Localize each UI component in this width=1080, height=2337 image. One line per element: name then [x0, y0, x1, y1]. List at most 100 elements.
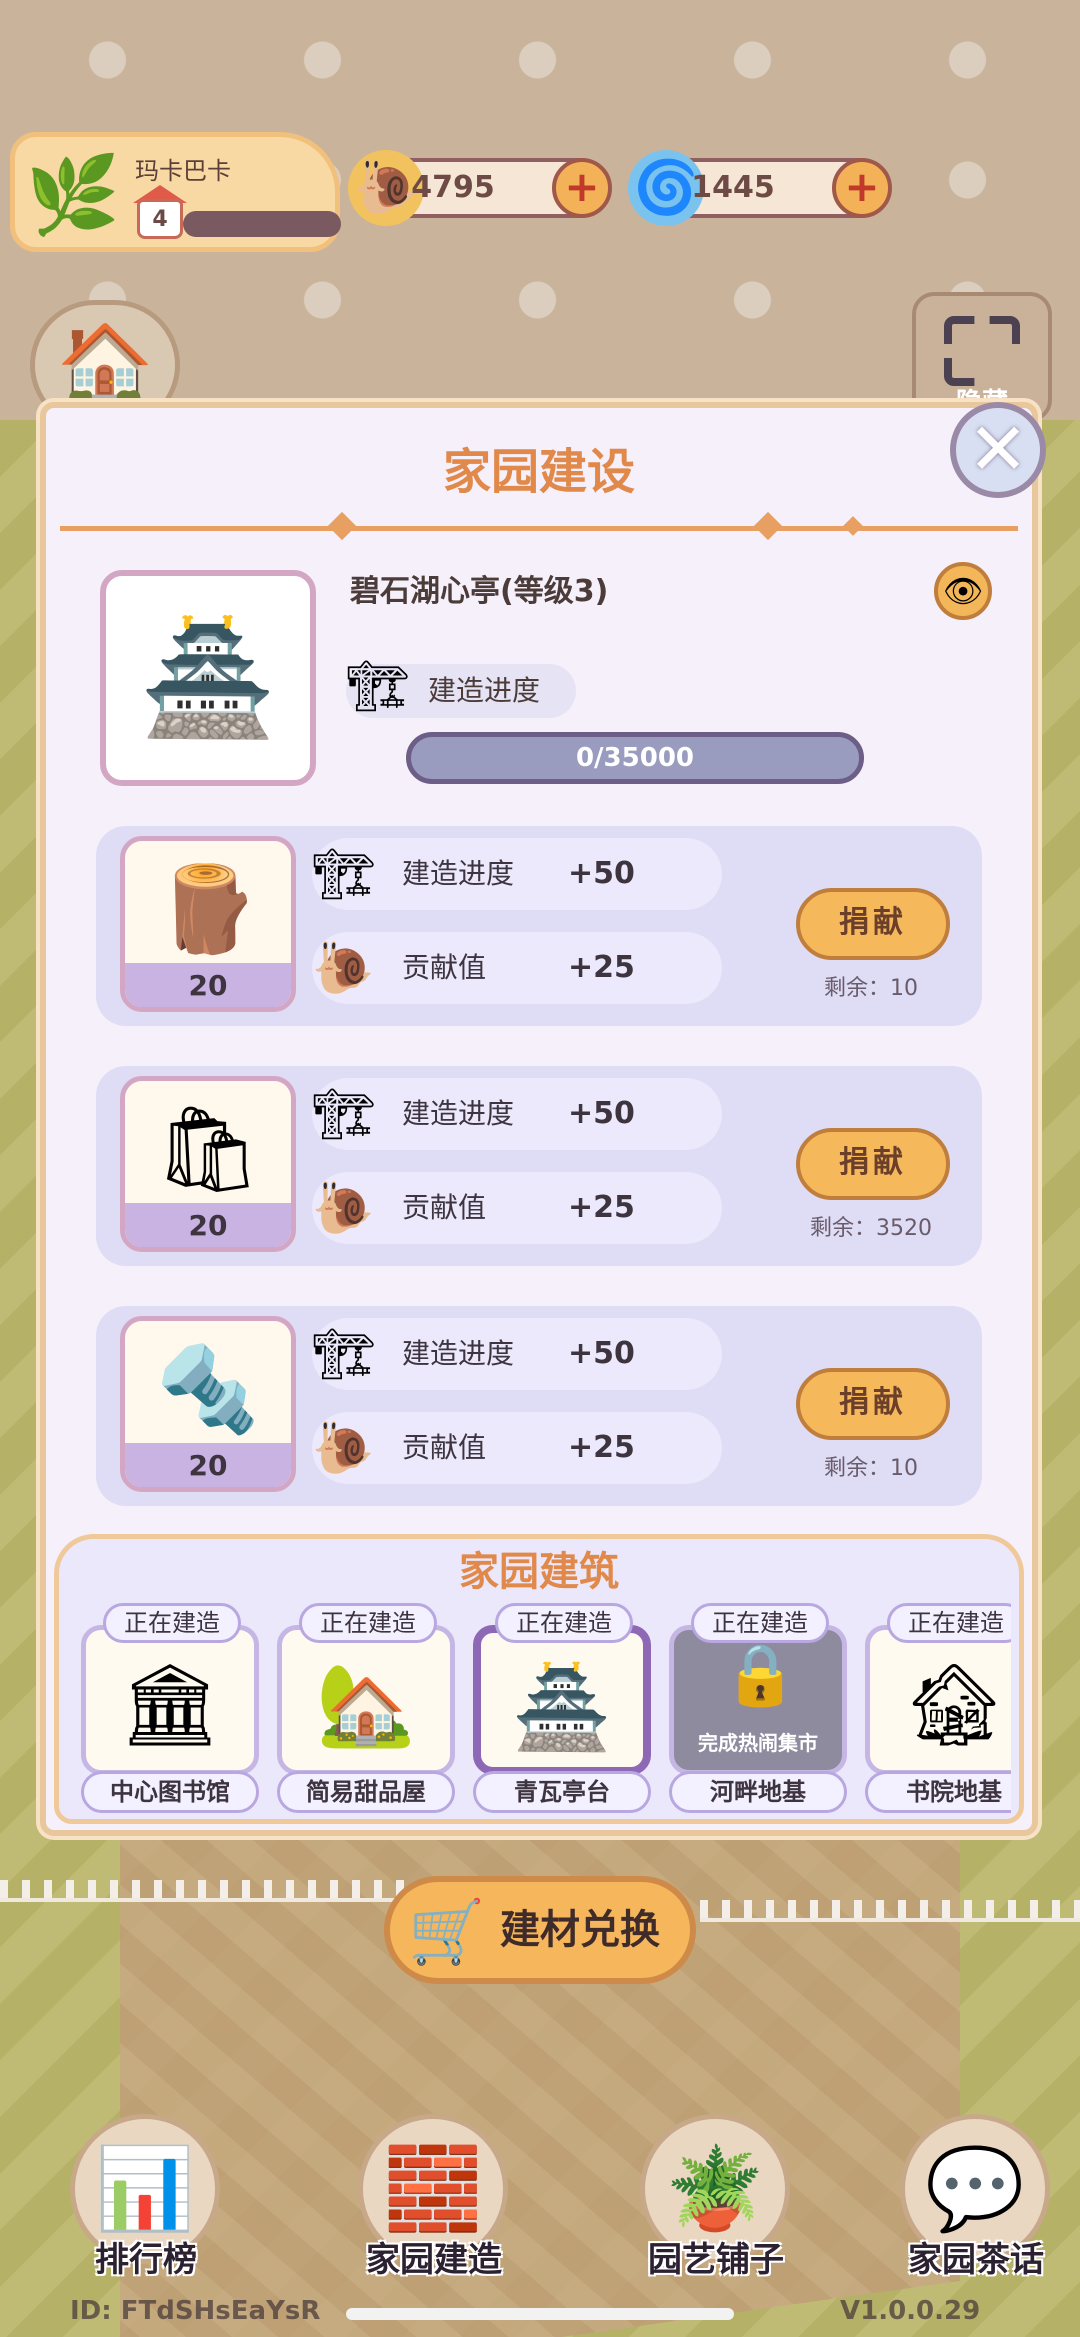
building-thumbnail: 🏯	[100, 570, 316, 786]
snail-coin-value: 4795	[411, 170, 495, 205]
material-thumbnail: 🛍 20	[120, 1076, 296, 1252]
contribution-reward: 🐌 贡献值 +25	[312, 932, 722, 1004]
contribution-value: +25	[568, 950, 635, 985]
pavilion-icon: 🏯	[139, 614, 277, 742]
gem-counter: 🌀 1445 +	[628, 150, 892, 226]
material-quantity: 20	[125, 963, 291, 1007]
progress-reward-label: 建造进度	[402, 1337, 515, 1370]
nav-label: 家园建造	[366, 2240, 502, 2280]
nav-home-build[interactable]: 🧱 家园建造	[344, 2114, 524, 2294]
remaining-count: 剩余：10	[824, 976, 918, 1001]
build-progress-label: 🏗 建造进度	[346, 657, 576, 718]
nav-ranking[interactable]: 📊 排行榜	[56, 2114, 236, 2294]
material-quantity: 20	[125, 1203, 291, 1247]
building-status-tag: 正在建造	[299, 1603, 437, 1643]
snail-coin-counter: 🐌 4795 +	[348, 150, 612, 226]
contribution-reward: 🐌 贡献值 +25	[312, 1172, 722, 1244]
building-card-selected[interactable]: 🏯 正在建造 青瓦亭台	[473, 1603, 651, 1813]
crane-icon: 🏗	[346, 657, 410, 715]
progress-reward-value: +50	[568, 1336, 635, 1371]
contribution-label: 贡献值	[402, 1431, 487, 1464]
library-icon: 🏛	[81, 1625, 259, 1775]
build-progress-bar: 0/35000	[406, 732, 864, 784]
material-exchange-button[interactable]: 🛒 建材兑换	[384, 1876, 696, 1984]
title-divider	[60, 526, 1018, 531]
gem-value: 1445	[691, 170, 775, 205]
donation-card: 🛍 20 🏗 建造进度 +50 🐌 贡献值 +25 捐献 剩余：3520	[96, 1066, 982, 1266]
add-coins-button[interactable]: +	[552, 158, 612, 218]
donate-button[interactable]: 捐献	[796, 1128, 950, 1200]
preview-button[interactable]: 👁	[934, 562, 992, 620]
wheelbarrow-icon: 🛒	[408, 1895, 486, 1968]
material-exchange-label: 建材兑换	[500, 1907, 660, 1953]
home-buildings-strip: 家园建筑 🏛 正在建造 中心图书馆 🏡 正在建造 简易甜品屋 🏯 正在建造 青瓦…	[54, 1534, 1024, 1824]
donation-card: 🔩 20 🏗 建造进度 +50 🐌 贡献值 +25 捐献 剩余：10	[96, 1306, 982, 1506]
pavilion-icon: 🏯	[473, 1625, 651, 1775]
player-card[interactable]: 🌿 玛卡巴卡 4	[10, 132, 341, 252]
panel-title: 家园建设	[442, 444, 635, 500]
snail-coin-icon: 🐌	[312, 939, 375, 997]
progress-reward: 🏗 建造进度 +50	[312, 1078, 722, 1150]
material-thumbnail: 🔩 20	[120, 1316, 296, 1492]
building-status-tag: 正在建造	[691, 1603, 829, 1643]
house-icon: 🏠	[56, 320, 154, 410]
building-card-locked[interactable]: 🔒 完成热闹集市 正在建造 河畔地基	[669, 1603, 847, 1813]
close-button[interactable]: ✕	[950, 402, 1046, 498]
building-card-name: 河畔地基	[669, 1771, 847, 1813]
material-quantity: 20	[125, 1443, 291, 1487]
unlock-requirement: 完成热闹集市	[698, 1731, 818, 1755]
building-status-tag: 正在建造	[887, 1603, 1011, 1643]
donate-button[interactable]: 捐献	[796, 1368, 950, 1440]
donate-button[interactable]: 捐献	[796, 888, 950, 960]
remaining-count: 剩余：10	[824, 1456, 918, 1481]
progress-reward-label: 建造进度	[402, 1097, 515, 1130]
cement-bags-icon: 🛍	[154, 1100, 262, 1198]
building-card[interactable]: 🏡 正在建造 简易甜品屋	[277, 1603, 455, 1813]
building-card-name: 中心图书馆	[81, 1771, 259, 1813]
fence	[700, 1900, 1080, 1922]
progress-reward-value: +50	[568, 856, 635, 891]
progress-reward-value: +50	[568, 1096, 635, 1131]
divider-ornament	[327, 511, 357, 541]
contribution-value: +25	[568, 1190, 635, 1225]
close-icon: ✕	[967, 407, 1029, 491]
progress-reward-label: 建造进度	[402, 857, 515, 890]
progress-reward: 🏗 建造进度 +50	[312, 838, 722, 910]
plant-avatar-icon: 🌿	[25, 150, 121, 239]
nav-label: 排行榜	[95, 2240, 197, 2280]
nav-home-chat[interactable]: 💬 家园茶话	[886, 2114, 1066, 2294]
building-status-tag: 正在建造	[495, 1603, 633, 1643]
building-name: 碧石湖心亭(等级3)	[350, 574, 609, 609]
building-status-tag: 正在建造	[103, 1603, 241, 1643]
build-progress-text: 建造进度	[428, 674, 541, 707]
building-card[interactable]: 🏛 正在建造 中心图书馆	[81, 1603, 259, 1813]
contribution-value: +25	[568, 1430, 635, 1465]
crane-icon: 🏗	[312, 1325, 376, 1383]
progress-reward: 🏗 建造进度 +50	[312, 1318, 722, 1390]
contribution-label: 贡献值	[402, 1191, 487, 1224]
building-card-name: 简易甜品屋	[277, 1771, 455, 1813]
material-thumbnail: 🪵 20	[120, 836, 296, 1012]
eye-icon: 👁	[942, 572, 984, 610]
player-id: ID: FTdSHsEaYsR	[70, 2296, 321, 2326]
divider-ornament	[753, 511, 783, 541]
experience-bar	[183, 211, 341, 237]
lock-icon: 🔒	[723, 1640, 798, 1710]
building-card[interactable]: 🏚 正在建造 书院地基	[865, 1603, 1011, 1813]
donation-card: 🪵 20 🏗 建造进度 +50 🐌 贡献值 +25 捐献 剩余：10	[96, 826, 982, 1026]
nav-label: 家园茶话	[908, 2240, 1044, 2280]
fence	[0, 1880, 420, 1902]
version-text: V1.0.0.29	[840, 2296, 981, 2326]
fullscreen-frame-icon	[944, 316, 1020, 386]
wood-logs-icon: 🪵	[155, 860, 261, 958]
crane-icon: 🏗	[312, 845, 376, 903]
contribution-label: 贡献值	[402, 951, 487, 984]
home-construction-panel: 家园建设 🏯 碧石湖心亭(等级3) 👁 🏗 建造进度 0/35000 🪵 20 …	[40, 402, 1038, 1836]
home-indicator[interactable]	[346, 2308, 734, 2320]
nav-label: 园艺铺子	[648, 2240, 784, 2280]
dessert-shop-icon: 🏡	[277, 1625, 455, 1775]
remaining-count: 剩余：3520	[810, 1216, 932, 1241]
nav-garden-shop[interactable]: 🪴 园艺铺子	[626, 2114, 806, 2294]
add-gems-button[interactable]: +	[832, 158, 892, 218]
academy-foundation-icon: 🏚	[865, 1625, 1011, 1775]
